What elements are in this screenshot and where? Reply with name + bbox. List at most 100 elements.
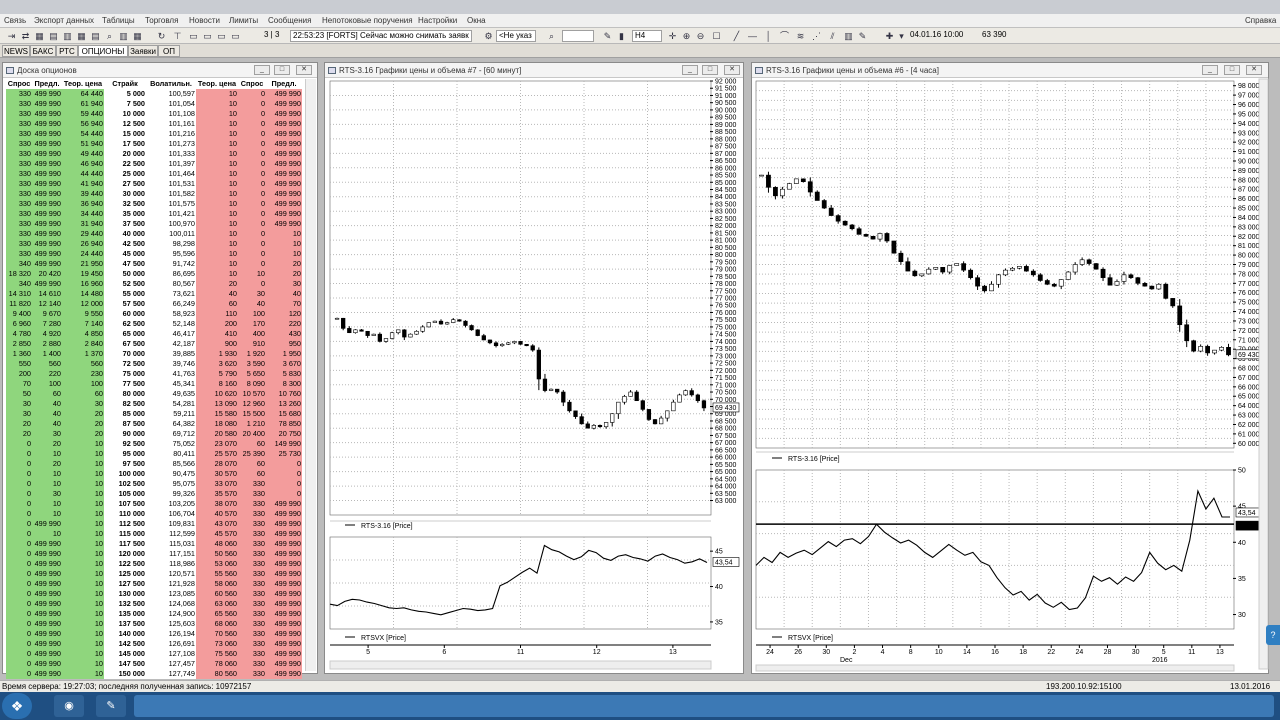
option-cell[interactable]: 109,831	[146, 519, 196, 529]
option-cell[interactable]: 101,464	[146, 169, 196, 179]
option-cell[interactable]: 30	[32, 429, 62, 439]
table-icon[interactable]: ▦	[132, 30, 143, 42]
option-cell[interactable]: 101,531	[146, 179, 196, 189]
option-cell[interactable]: 0	[266, 459, 302, 469]
option-cell[interactable]: 12 500	[104, 119, 146, 129]
table-icon[interactable]: ▦	[76, 30, 87, 42]
option-row[interactable]: 30 40 20 85 000 59,211 15 580 15 500 15 680	[6, 409, 302, 419]
option-cell[interactable]: 330	[238, 629, 266, 639]
option-cell[interactable]: 10	[196, 89, 238, 99]
option-cell[interactable]: 330	[6, 99, 32, 109]
option-cell[interactable]: 40	[196, 289, 238, 299]
option-cell[interactable]: 40	[32, 419, 62, 429]
option-cell[interactable]: 70	[266, 299, 302, 309]
option-cell[interactable]: 0	[6, 619, 32, 629]
option-cell[interactable]: 499 990	[266, 629, 302, 639]
table-icon[interactable]: ▦	[34, 30, 45, 42]
option-cell[interactable]: 499 990	[32, 539, 62, 549]
option-cell[interactable]: 15 500	[238, 409, 266, 419]
option-cell[interactable]: 13 260	[266, 399, 302, 409]
option-cell[interactable]: 41 940	[62, 179, 104, 189]
option-cell[interactable]: 110	[196, 309, 238, 319]
option-cell[interactable]: 59,211	[146, 409, 196, 419]
option-cell[interactable]: 499 990	[32, 659, 62, 669]
option-cell[interactable]: 2 880	[32, 339, 62, 349]
option-cell[interactable]: 46 940	[62, 159, 104, 169]
option-cell[interactable]: 499 990	[266, 99, 302, 109]
option-cell[interactable]: 95,075	[146, 479, 196, 489]
option-cell[interactable]: 499 990	[32, 219, 62, 229]
menu-item-help[interactable]: Справка	[1245, 16, 1276, 25]
option-cell[interactable]: 30 000	[104, 189, 146, 199]
option-cell[interactable]: 499 990	[32, 639, 62, 649]
option-cell[interactable]: 330	[238, 639, 266, 649]
option-cell[interactable]: 86,695	[146, 269, 196, 279]
option-cell[interactable]: 20	[62, 409, 104, 419]
option-cell[interactable]: 499 990	[266, 129, 302, 139]
option-cell[interactable]: 0	[238, 159, 266, 169]
option-cell[interactable]: 50 560	[196, 549, 238, 559]
option-cell[interactable]: 10	[62, 499, 104, 509]
option-cell[interactable]: 101,575	[146, 199, 196, 209]
option-row[interactable]: 330 499 990 49 440 20 000 101,333 10 0 499 990	[6, 149, 302, 159]
option-row[interactable]: 18 320 20 420 19 450 50 000 86,695 10 10 20	[6, 269, 302, 279]
option-cell[interactable]: 0	[238, 119, 266, 129]
option-cell[interactable]: 499 990	[266, 199, 302, 209]
option-cell[interactable]: 90,475	[146, 469, 196, 479]
option-cell[interactable]: 7 280	[32, 319, 62, 329]
option-cell[interactable]: 499 990	[266, 509, 302, 519]
option-cell[interactable]: 5 830	[266, 369, 302, 379]
option-cell[interactable]: 30	[6, 409, 32, 419]
option-cell[interactable]: 60	[196, 299, 238, 309]
option-cell[interactable]: 101,333	[146, 149, 196, 159]
option-cell[interactable]: 10 570	[238, 389, 266, 399]
option-row[interactable]: 0 499 990 10 150 000 127,749 80 560 330 499 990	[6, 669, 302, 679]
option-cell[interactable]: 2 850	[6, 339, 32, 349]
option-cell[interactable]: 73,621	[146, 289, 196, 299]
option-cell[interactable]: 0	[238, 149, 266, 159]
option-cell[interactable]: 560	[62, 359, 104, 369]
search-icon[interactable]: ⌕	[546, 30, 557, 42]
option-cell[interactable]: 101,161	[146, 119, 196, 129]
option-cell[interactable]: 39,885	[146, 349, 196, 359]
option-cell[interactable]: 499 990	[266, 499, 302, 509]
option-cell[interactable]: 499 990	[32, 139, 62, 149]
option-row[interactable]: 20 40 20 87 500 64,382 18 080 1 210 78 850	[6, 419, 302, 429]
option-cell[interactable]: 10	[62, 559, 104, 569]
option-cell[interactable]: 499 990	[266, 559, 302, 569]
option-cell[interactable]: 8 090	[238, 379, 266, 389]
option-cell[interactable]: 97 500	[104, 459, 146, 469]
option-cell[interactable]: 499 990	[266, 159, 302, 169]
option-cell[interactable]: 220	[32, 369, 62, 379]
option-cell[interactable]: 499 990	[266, 609, 302, 619]
option-cell[interactable]: 340	[6, 279, 32, 289]
option-cell[interactable]: 55 000	[104, 289, 146, 299]
option-cell[interactable]: 499 990	[32, 119, 62, 129]
option-row[interactable]: 0 499 990 10 117 500 115,031 48 060 330 499 990	[6, 539, 302, 549]
option-cell[interactable]: 44 440	[62, 169, 104, 179]
option-cell[interactable]: 25 000	[104, 169, 146, 179]
option-cell[interactable]: 50	[6, 389, 32, 399]
dropdown-icon[interactable]: ▾	[896, 30, 907, 42]
line-tool-icon[interactable]: ╱	[731, 30, 742, 42]
option-cell[interactable]: 0	[6, 629, 32, 639]
option-cell[interactable]: 330	[238, 579, 266, 589]
option-cell[interactable]: 0	[6, 609, 32, 619]
option-cell[interactable]: 10	[196, 139, 238, 149]
menu-item-svyaz[interactable]: Связь	[4, 16, 26, 25]
option-cell[interactable]: 15 680	[266, 409, 302, 419]
option-cell[interactable]: 330	[238, 559, 266, 569]
menu-item-tables[interactable]: Таблицы	[102, 16, 135, 25]
column-header[interactable]: Предл.	[32, 79, 62, 89]
option-cell[interactable]: 10	[196, 269, 238, 279]
option-cell[interactable]: 7 140	[62, 319, 104, 329]
option-cell[interactable]: 0	[238, 189, 266, 199]
column-header[interactable]: Волатильн.	[146, 79, 196, 89]
option-cell[interactable]: 0	[6, 659, 32, 669]
option-cell[interactable]: 20 420	[32, 269, 62, 279]
option-row[interactable]: 2 850 2 880 2 840 67 500 42,187 900 910 950	[6, 339, 302, 349]
option-row[interactable]: 330 499 990 56 940 12 500 101,161 10 0 499 990	[6, 119, 302, 129]
minimize-button[interactable]: _	[254, 65, 270, 75]
option-cell[interactable]: 330	[238, 599, 266, 609]
option-row[interactable]: 0 499 990 10 140 000 126,194 70 560 330 499 990	[6, 629, 302, 639]
